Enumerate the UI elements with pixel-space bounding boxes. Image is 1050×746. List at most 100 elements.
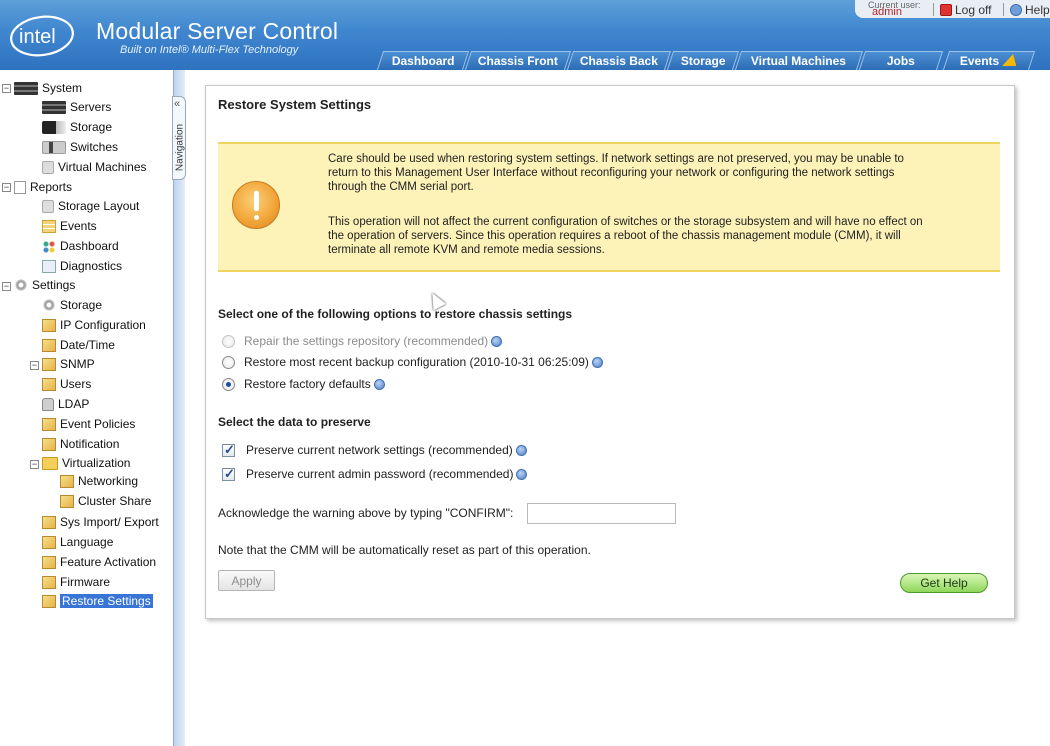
sidebar-item-users[interactable]: Users: [42, 375, 91, 393]
page-icon: [42, 515, 56, 529]
warning-text-line: Care should be used when restoring syste…: [328, 153, 904, 165]
expand-toggle-system[interactable]: −: [2, 84, 11, 93]
option-restore-backup[interactable]: Restore most recent backup configuration…: [222, 355, 603, 369]
page-icon: [42, 417, 56, 431]
sidebar-item-date-time[interactable]: Date/Time: [42, 336, 115, 354]
navigation-handle-label: Navigation: [174, 123, 186, 172]
server-icon: [42, 100, 66, 114]
collapse-icon[interactable]: «: [174, 98, 180, 110]
option-factory-defaults[interactable]: Restore factory defaults: [222, 377, 385, 391]
storage-layout-icon: [42, 199, 54, 213]
checkbox[interactable]: [222, 442, 235, 458]
sidebar-item-storage-layout[interactable]: Storage Layout: [42, 197, 139, 215]
sidebar-item-firmware[interactable]: Firmware: [42, 573, 110, 591]
sidebar-item-reports[interactable]: Reports: [14, 178, 72, 196]
sidebar-item-language[interactable]: Language: [42, 533, 113, 551]
app-title: Modular Server Control: [96, 18, 339, 44]
warning-text-line: the operation of servers. Since this ope…: [328, 230, 901, 242]
help-icon[interactable]: [491, 335, 503, 347]
sidebar-item-diagnostics[interactable]: Diagnostics: [42, 257, 122, 275]
sidebar-item-event-policies[interactable]: Event Policies: [42, 415, 135, 433]
warning-text-line: through the CMM serial port.: [328, 181, 474, 193]
tab-dashboard[interactable]: Dashboard: [376, 51, 470, 70]
page-icon: [42, 357, 56, 371]
restore-options-title: Select one of the following options to r…: [218, 307, 573, 321]
help-icon[interactable]: [373, 378, 385, 390]
page-icon: [42, 437, 56, 451]
current-user-name: admin: [872, 6, 902, 18]
page-icon: [42, 377, 56, 391]
checkbox[interactable]: [222, 466, 235, 482]
diagnostics-icon: [42, 259, 56, 273]
sidebar-item-cluster-share[interactable]: Cluster Share: [60, 492, 151, 510]
gear-icon: [14, 278, 28, 292]
reset-note: Note that the CMM will be automatically …: [218, 543, 591, 557]
help-icon[interactable]: [515, 444, 527, 456]
switch-icon: [42, 140, 66, 154]
sidebar-item-events[interactable]: Events: [42, 217, 97, 235]
warning-text-line: This operation will not affect the curre…: [328, 216, 923, 228]
expand-toggle-virtualization[interactable]: −: [30, 460, 39, 469]
help-icon[interactable]: [591, 356, 603, 368]
header-separator: [1003, 3, 1004, 16]
logoff-label: Log off: [955, 3, 992, 17]
get-help-button[interactable]: Get Help: [900, 573, 988, 593]
help-label: Help: [1025, 3, 1050, 17]
sidebar-item-system[interactable]: System: [14, 79, 82, 97]
radio-button[interactable]: [222, 334, 235, 348]
logo-text: intel: [19, 26, 56, 48]
sidebar-item-virtual-machines[interactable]: Virtual Machines: [42, 158, 147, 176]
tab-virtual-machines[interactable]: Virtual Machines: [734, 51, 864, 70]
report-icon: [14, 180, 26, 194]
sidebar-item-virtualization[interactable]: Virtualization: [42, 454, 130, 472]
app-subtitle: Built on Intel® Multi-Flex Technology: [120, 44, 299, 56]
warning-text-line: terminate all remote KVM and remote medi…: [328, 244, 605, 256]
tab-chassis-back[interactable]: Chassis Back: [566, 51, 672, 70]
sidebar-item-servers[interactable]: Servers: [42, 98, 111, 116]
preserve-network-settings[interactable]: Preserve current network settings (recom…: [222, 442, 527, 458]
help-icon[interactable]: [516, 468, 528, 480]
confirm-label: Acknowledge the warning above by typing …: [218, 506, 514, 520]
sidebar-item-ip-configuration[interactable]: IP Configuration: [42, 316, 146, 334]
sidebar-item-dashboard[interactable]: Dashboard: [42, 237, 119, 255]
page-icon: [42, 555, 56, 569]
header-separator: [933, 3, 934, 16]
sidebar-item-restore-settings[interactable]: Restore Settings: [42, 592, 153, 610]
radio-button[interactable]: [222, 355, 235, 369]
tab-jobs[interactable]: Jobs: [858, 51, 944, 70]
expand-toggle-reports[interactable]: −: [2, 183, 11, 192]
expand-toggle-snmp[interactable]: −: [30, 361, 39, 370]
sidebar-item-notification[interactable]: Notification: [42, 435, 119, 453]
sidebar-item-ldap[interactable]: LDAP: [42, 395, 89, 413]
sidebar-item-storage[interactable]: Storage: [42, 118, 112, 136]
page-icon: [42, 318, 56, 332]
logoff-link[interactable]: Log off: [940, 3, 991, 17]
exclamation-icon: [232, 181, 280, 229]
events-icon: [42, 219, 56, 233]
tab-storage[interactable]: Storage: [666, 51, 740, 70]
gear-icon: [42, 298, 56, 312]
power-icon: [940, 4, 952, 16]
preserve-admin-password[interactable]: Preserve current admin password (recomme…: [222, 466, 528, 482]
help-link[interactable]: Help: [1010, 3, 1050, 17]
sidebar-item-sys-import-export[interactable]: Sys Import/ Export: [42, 513, 159, 531]
option-repair-repository[interactable]: Repair the settings repository (recommen…: [222, 334, 503, 348]
page-icon: [42, 338, 56, 352]
tab-events[interactable]: Events: [942, 51, 1036, 70]
confirm-input[interactable]: [527, 503, 676, 524]
expand-toggle-settings[interactable]: −: [2, 282, 11, 291]
sidebar-item-feature-activation[interactable]: Feature Activation: [42, 553, 156, 571]
help-icon: [1010, 4, 1022, 16]
sidebar-item-switches[interactable]: Switches: [42, 138, 118, 156]
warning-icon: [1001, 54, 1020, 66]
sidebar-item-settings-storage[interactable]: Storage: [42, 296, 102, 314]
apply-button[interactable]: Apply: [218, 570, 275, 591]
preserve-data-title: Select the data to preserve: [218, 415, 371, 429]
sidebar-item-networking[interactable]: Networking: [60, 472, 138, 490]
radio-button[interactable]: [222, 377, 235, 391]
sidebar-item-settings[interactable]: Settings: [14, 276, 75, 294]
page-icon: [42, 535, 56, 549]
tab-chassis-front[interactable]: Chassis Front: [464, 51, 572, 70]
virtual-machine-icon: [42, 160, 54, 174]
sidebar-item-snmp[interactable]: SNMP: [42, 355, 95, 373]
